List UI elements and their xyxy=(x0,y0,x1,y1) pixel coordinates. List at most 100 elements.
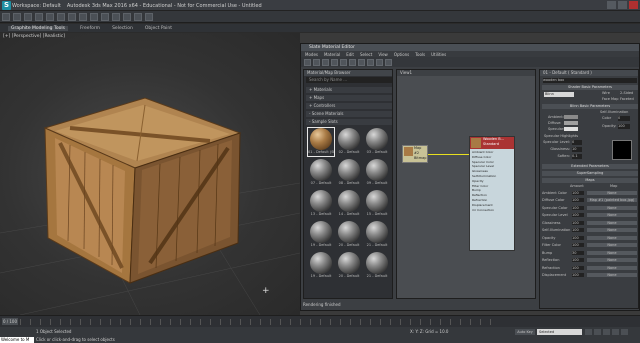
material-name-field[interactable]: wooden box xyxy=(543,78,637,83)
material-editor-icon[interactable] xyxy=(123,12,131,21)
map-row-button[interactable]: None xyxy=(587,243,637,248)
map-row-amount[interactable]: 100 xyxy=(572,235,584,240)
play-icon[interactable] xyxy=(603,329,610,335)
bitmap-node[interactable]: Map #2 Bitmap xyxy=(402,145,428,163)
auto-key-button[interactable]: Auto Key xyxy=(515,329,535,335)
sample-slot[interactable]: 19 - Default xyxy=(308,221,334,249)
map-row-amount[interactable]: 100 xyxy=(572,243,584,248)
sample-slot[interactable]: 20 - Default xyxy=(336,252,362,280)
tab-graphite-modeling[interactable]: Graphite Modeling Tools xyxy=(8,25,69,31)
map-row-amount[interactable]: 30 xyxy=(572,250,584,255)
color-spinner[interactable]: 0 xyxy=(618,116,630,121)
align-icon[interactable] xyxy=(112,12,120,21)
select-by-material-icon[interactable] xyxy=(385,58,392,66)
spec-level-spinner[interactable]: 0 xyxy=(572,140,582,145)
menu-edit[interactable]: Edit xyxy=(346,52,354,57)
show-map-icon[interactable] xyxy=(340,58,347,66)
key-filter-dropdown[interactable]: Selected xyxy=(537,329,582,335)
menu-material[interactable]: Material xyxy=(324,52,340,57)
group-materials[interactable]: + Materials xyxy=(306,87,392,93)
standard-material-node[interactable]: Wooden B... Standard Ambient Color Diffu… xyxy=(469,136,515,251)
shader-dropdown[interactable]: Blinn xyxy=(544,92,574,97)
pick-material-icon[interactable] xyxy=(304,58,311,66)
supersampling-rollout[interactable]: SuperSampling xyxy=(542,171,638,176)
layout-icon[interactable] xyxy=(358,58,365,66)
map-row-amount[interactable]: 100 xyxy=(572,258,584,263)
app-logo-icon[interactable]: S xyxy=(2,1,11,10)
tab-object-paint[interactable]: Object Paint xyxy=(145,26,172,31)
next-frame-icon[interactable] xyxy=(612,329,619,335)
sample-slot[interactable]: 19 - Default xyxy=(308,252,334,280)
map-row-amount[interactable]: 100 xyxy=(572,220,584,225)
map-row-amount[interactable]: 100 xyxy=(572,265,584,270)
sample-slot[interactable]: 20 - Default xyxy=(336,221,362,249)
menu-tools[interactable]: Tools xyxy=(415,52,425,57)
blinn-rollout[interactable]: Blinn Basic Parameters xyxy=(542,104,638,109)
sample-slot[interactable]: 14 - Default xyxy=(336,190,362,218)
parameter-editor-icon[interactable] xyxy=(376,58,383,66)
node-slot[interactable]: Displacement xyxy=(472,203,496,208)
maps-rollout[interactable]: Maps xyxy=(542,178,638,183)
sample-slot[interactable]: 21 - Default xyxy=(364,252,390,280)
sample-slot[interactable]: 15 - Default xyxy=(364,190,390,218)
map-row-button[interactable]: None xyxy=(587,205,637,210)
select-region-icon[interactable] xyxy=(46,12,54,21)
map-row-amount[interactable]: 100 xyxy=(572,213,584,218)
sample-slot[interactable]: 21 - Default xyxy=(364,221,390,249)
map-row-button[interactable]: None xyxy=(587,220,637,225)
map-row-amount[interactable]: 100 xyxy=(572,228,584,233)
prev-frame-icon[interactable] xyxy=(594,329,601,335)
tab-selection[interactable]: Selection xyxy=(112,26,133,31)
close-icon[interactable] xyxy=(629,1,638,9)
assign-material-icon[interactable] xyxy=(313,58,320,66)
track-bar[interactable] xyxy=(20,319,500,325)
group-scene-materials[interactable]: - Scene Materials xyxy=(306,111,392,117)
perspective-viewport[interactable]: [+] [Perspective] [Realistic] + xyxy=(0,33,300,315)
browser-search-input[interactable]: Search by Name ... xyxy=(306,77,392,83)
sample-slot[interactable]: 01 - Default (Standard) xyxy=(307,127,335,157)
map-row-button[interactable]: None xyxy=(587,190,637,195)
menu-view[interactable]: View xyxy=(378,52,388,57)
scale-icon[interactable] xyxy=(79,12,87,21)
rotate-icon[interactable] xyxy=(68,12,76,21)
sample-slot[interactable]: 09 - Default xyxy=(364,159,390,187)
extended-rollout[interactable]: Extended Parameters xyxy=(542,164,638,169)
show-background-icon[interactable] xyxy=(349,58,356,66)
map-row-amount[interactable]: 100 xyxy=(572,205,584,210)
soften-spinner[interactable]: 0.1 xyxy=(572,154,582,159)
undo-icon[interactable] xyxy=(2,12,10,21)
group-maps[interactable]: + Maps xyxy=(306,95,392,101)
move-icon[interactable] xyxy=(57,12,65,21)
map-row-button[interactable]: None xyxy=(587,258,637,263)
ambient-swatch[interactable] xyxy=(564,115,578,119)
sample-slot[interactable]: 02 - Default xyxy=(336,128,362,156)
sample-slot[interactable]: 13 - Default xyxy=(308,190,334,218)
link-icon[interactable] xyxy=(24,12,32,21)
map-row-amount[interactable]: 100 xyxy=(572,190,584,195)
maxscript-listener[interactable]: Welcome to M xyxy=(0,337,34,343)
map-row-amount[interactable]: 100 xyxy=(572,198,584,203)
opacity-spinner[interactable]: 100 xyxy=(618,124,630,129)
menu-modes[interactable]: Modes xyxy=(305,52,318,57)
map-row-button[interactable]: None xyxy=(587,250,637,255)
wire-checkbox[interactable]: Wire xyxy=(602,91,610,95)
sample-slot[interactable]: 03 - Default xyxy=(364,128,390,156)
sample-slot[interactable]: 08 - Default xyxy=(336,159,362,187)
map-row-button[interactable]: None xyxy=(587,273,637,278)
face-map-checkbox[interactable]: Face Map xyxy=(602,97,618,101)
node-slot[interactable]: mr Connection xyxy=(472,208,496,213)
redo-icon[interactable] xyxy=(13,12,21,21)
mirror-icon[interactable] xyxy=(101,12,109,21)
goto-start-icon[interactable] xyxy=(585,329,592,335)
two-sided-checkbox[interactable]: 2-Sided xyxy=(620,91,633,95)
glossiness-spinner[interactable]: 10 xyxy=(572,147,582,152)
map-row-button[interactable]: Map #1 (painted box.jpg) xyxy=(587,198,637,203)
view-tab[interactable]: View1 xyxy=(397,70,535,76)
viewport-label[interactable]: [+] [Perspective] [Realistic] xyxy=(3,34,65,39)
shader-rollout[interactable]: Shader Basic Parameters xyxy=(542,85,638,90)
move-children-icon[interactable] xyxy=(331,58,338,66)
node-view-panel[interactable]: View1 Map #2 Bitmap Wooden B... Standard… xyxy=(396,69,536,299)
goto-end-icon[interactable] xyxy=(621,329,628,335)
layout-children-icon[interactable] xyxy=(367,58,374,66)
map-row-amount[interactable]: 100 xyxy=(572,273,584,278)
